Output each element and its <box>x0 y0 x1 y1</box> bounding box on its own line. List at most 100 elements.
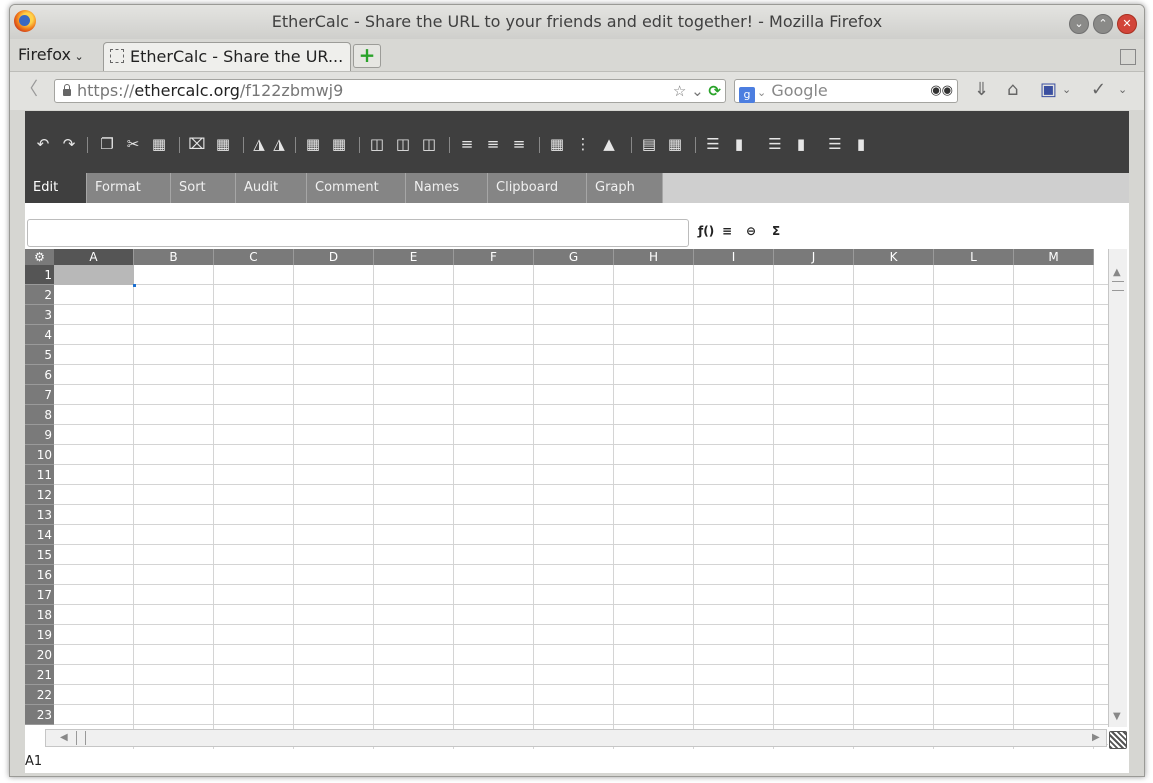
scroll-down-icon[interactable]: ▼ <box>1113 711 1121 722</box>
formula-input[interactable] <box>27 219 689 247</box>
no-borders-icon[interactable]: ⋮ <box>573 135 593 153</box>
pipette-icon[interactable]: ✓ <box>1091 80 1106 100</box>
pane-splitter-icon[interactable] <box>1109 731 1127 749</box>
row-header[interactable]: 20 <box>25 645 54 665</box>
tab-edit[interactable]: Edit <box>25 173 87 203</box>
paste-icon[interactable]: ▦ <box>149 135 169 153</box>
row-header[interactable]: 5 <box>25 345 54 365</box>
row-header[interactable]: 15 <box>25 545 54 565</box>
unmerge-icon[interactable]: ▦ <box>665 135 685 153</box>
chevron-down-icon[interactable]: ⌄ <box>691 82 704 100</box>
gear-icon[interactable]: ⚙ <box>25 249 54 265</box>
insert-col-after-icon[interactable]: ▮ <box>729 135 749 153</box>
google-icon[interactable]: g <box>739 87 755 103</box>
tab-comment[interactable]: Comment <box>307 173 406 203</box>
insert-row-after-icon[interactable]: ☰ <box>703 135 723 153</box>
horizontal-scrollbar[interactable]: ◀ ▶ <box>45 729 1107 747</box>
align-right-icon[interactable]: ≡ <box>509 135 529 153</box>
search-box[interactable]: g ⌄ Google ◉◉ <box>734 79 958 103</box>
star-icon[interactable]: ☆ <box>673 82 686 100</box>
hide-col-icon[interactable]: ▮ <box>851 135 871 153</box>
scroll-left-icon[interactable]: ◀ <box>60 732 68 743</box>
browser-tab[interactable]: EtherCalc - Share the UR... <box>103 42 351 71</box>
tab-sort[interactable]: Sort <box>171 173 236 203</box>
lock-icon[interactable]: ◮ <box>251 135 267 153</box>
column-header[interactable]: G <box>534 249 614 265</box>
link-icon[interactable]: ⊖ <box>746 224 756 238</box>
delete-icon[interactable]: ⌧ <box>187 135 207 153</box>
column-header[interactable]: C <box>214 249 294 265</box>
tab-groups-icon[interactable] <box>1120 49 1136 65</box>
unlock-icon[interactable]: ◮ <box>271 135 287 153</box>
copy-icon[interactable]: ❐ <box>97 135 117 153</box>
row-header[interactable]: 8 <box>25 405 54 425</box>
move-insert-alt-icon[interactable]: ◫ <box>419 135 439 153</box>
reload-icon[interactable]: ⟳ <box>708 82 721 100</box>
column-header[interactable]: J <box>774 249 854 265</box>
row-header[interactable]: 10 <box>25 445 54 465</box>
tab-format[interactable]: Format <box>87 173 171 203</box>
home-icon[interactable]: ⌂ <box>1007 80 1018 100</box>
row-header[interactable]: 21 <box>25 665 54 685</box>
fill-icon[interactable]: ▲ <box>599 135 619 153</box>
tab-audit[interactable]: Audit <box>236 173 307 203</box>
row-header[interactable]: 16 <box>25 565 54 585</box>
merge-icon[interactable]: ▤ <box>639 135 659 153</box>
row-header[interactable]: 6 <box>25 365 54 385</box>
align-center-icon[interactable]: ≡ <box>483 135 503 153</box>
row-header[interactable]: 7 <box>25 385 54 405</box>
new-tab-button[interactable]: + <box>353 44 381 68</box>
cell-area[interactable] <box>54 265 1108 749</box>
url-bar[interactable]: https://ethercalc.org/f122zbmwj9 ☆ ⌄ ⟳ <box>54 79 726 103</box>
hide-row-icon[interactable]: ☰ <box>825 135 845 153</box>
column-header[interactable]: E <box>374 249 454 265</box>
minimize-icon[interactable]: ⌄ <box>1069 14 1089 34</box>
firefox-menu-button[interactable]: Firefox ⌄ <box>18 43 84 67</box>
cut-icon[interactable]: ✂ <box>123 135 143 153</box>
column-header[interactable]: M <box>1014 249 1094 265</box>
tab-graph[interactable]: Graph <box>587 173 663 203</box>
column-header[interactable]: K <box>854 249 934 265</box>
insert-col-icon[interactable]: ▦ <box>329 135 349 153</box>
column-header[interactable]: I <box>694 249 774 265</box>
back-arrow-icon[interactable]: 〈 <box>20 80 40 100</box>
scroll-thumb-h[interactable] <box>76 731 86 745</box>
chevron-down-icon[interactable]: ⌄ <box>1062 80 1071 100</box>
vertical-scrollbar[interactable]: ▲ ▼ <box>1108 249 1127 727</box>
row-header[interactable]: 18 <box>25 605 54 625</box>
move-insert-icon[interactable]: ◫ <box>393 135 413 153</box>
close-icon[interactable]: ✕ <box>1117 14 1137 34</box>
insert-row-icon[interactable]: ▦ <box>303 135 323 153</box>
row-header[interactable]: 13 <box>25 505 54 525</box>
binoculars-icon[interactable]: ◉◉ <box>930 80 953 102</box>
function-icon[interactable]: ƒ() <box>698 224 714 238</box>
scroll-right-icon[interactable]: ▶ <box>1092 732 1100 743</box>
row-header[interactable]: 14 <box>25 525 54 545</box>
align-left-icon[interactable]: ≡ <box>457 135 477 153</box>
tab-names[interactable]: Names <box>406 173 488 203</box>
row-header[interactable]: 22 <box>25 685 54 705</box>
column-header[interactable]: H <box>614 249 694 265</box>
row-header[interactable]: 9 <box>25 425 54 445</box>
column-header[interactable]: F <box>454 249 534 265</box>
chevron-down-icon[interactable]: ⌄ <box>757 86 766 99</box>
row-header[interactable]: 1 <box>25 265 54 285</box>
scroll-up-icon[interactable]: ▲ <box>1113 267 1121 278</box>
column-header[interactable]: D <box>294 249 374 265</box>
row-header[interactable]: 23 <box>25 705 54 725</box>
column-header[interactable]: B <box>134 249 214 265</box>
fill-handle[interactable] <box>133 284 136 287</box>
paste-formats-icon[interactable]: ▦ <box>213 135 233 153</box>
row-header[interactable]: 11 <box>25 465 54 485</box>
row-header[interactable]: 3 <box>25 305 54 325</box>
maximize-icon[interactable]: ⌃ <box>1093 14 1113 34</box>
borders-icon[interactable]: ▦ <box>547 135 567 153</box>
chevron-down-icon[interactable]: ⌄ <box>1118 80 1127 100</box>
delete-col-icon[interactable]: ▮ <box>791 135 811 153</box>
redo-icon[interactable]: ↷ <box>59 135 79 153</box>
row-header[interactable]: 12 <box>25 485 54 505</box>
column-header[interactable]: A <box>54 249 134 265</box>
undo-icon[interactable]: ↶ <box>33 135 53 153</box>
multiline-icon[interactable]: ≡ <box>722 224 732 238</box>
download-icon[interactable]: ⇓ <box>974 80 989 100</box>
